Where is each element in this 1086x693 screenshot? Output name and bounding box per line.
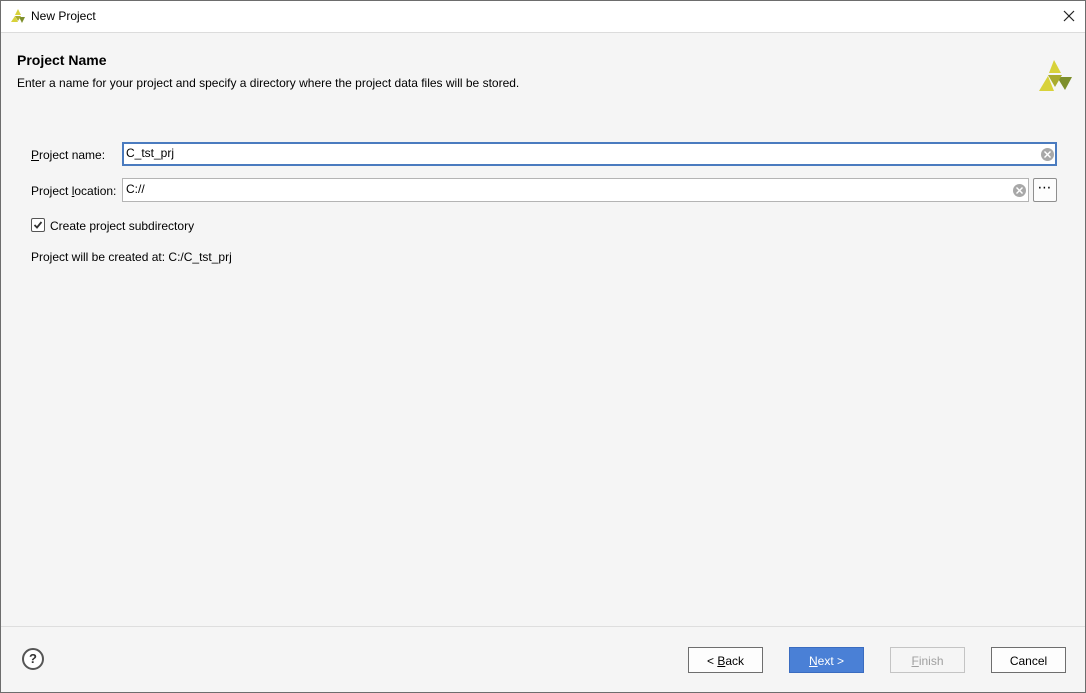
next-button[interactable]: Next > bbox=[789, 647, 864, 673]
close-button[interactable] bbox=[1053, 1, 1085, 32]
page-description: Enter a name for your project and specif… bbox=[17, 76, 520, 90]
new-project-dialog: New Project Project Name Enter a name fo… bbox=[0, 0, 1086, 693]
project-name-label: Project name: bbox=[31, 148, 106, 162]
finish-button: Finish bbox=[890, 647, 965, 673]
clear-name-icon[interactable] bbox=[1041, 148, 1054, 161]
project-location-value: C:// bbox=[126, 182, 145, 196]
page-title: Project Name bbox=[17, 52, 107, 68]
wizard-header: Project Name Enter a name for your proje… bbox=[1, 33, 1085, 113]
title-bar: New Project bbox=[1, 1, 1085, 33]
checkmark-icon bbox=[33, 221, 43, 229]
cancel-button[interactable]: Cancel bbox=[991, 647, 1066, 673]
close-icon bbox=[1063, 10, 1075, 22]
project-name-value: C_tst_prj bbox=[126, 146, 175, 160]
create-subdirectory-checkbox[interactable] bbox=[31, 218, 45, 232]
app-logo-icon bbox=[11, 9, 25, 23]
project-location-label: Project location: bbox=[31, 184, 117, 198]
back-button[interactable]: < Back bbox=[688, 647, 763, 673]
create-subdirectory-label[interactable]: Create project subdirectory bbox=[50, 219, 194, 233]
browse-button[interactable]: ⋯ bbox=[1033, 178, 1057, 202]
project-name-input[interactable]: C_tst_prj bbox=[122, 142, 1057, 166]
window-title: New Project bbox=[31, 9, 96, 23]
project-path-info: Project will be created at: C:/C_tst_prj bbox=[31, 250, 232, 264]
help-button[interactable]: ? bbox=[22, 648, 44, 670]
clear-location-icon[interactable] bbox=[1013, 184, 1026, 197]
project-location-input[interactable]: C:// bbox=[122, 178, 1029, 202]
footer-divider bbox=[1, 626, 1085, 627]
vivado-logo-icon bbox=[1039, 60, 1072, 91]
